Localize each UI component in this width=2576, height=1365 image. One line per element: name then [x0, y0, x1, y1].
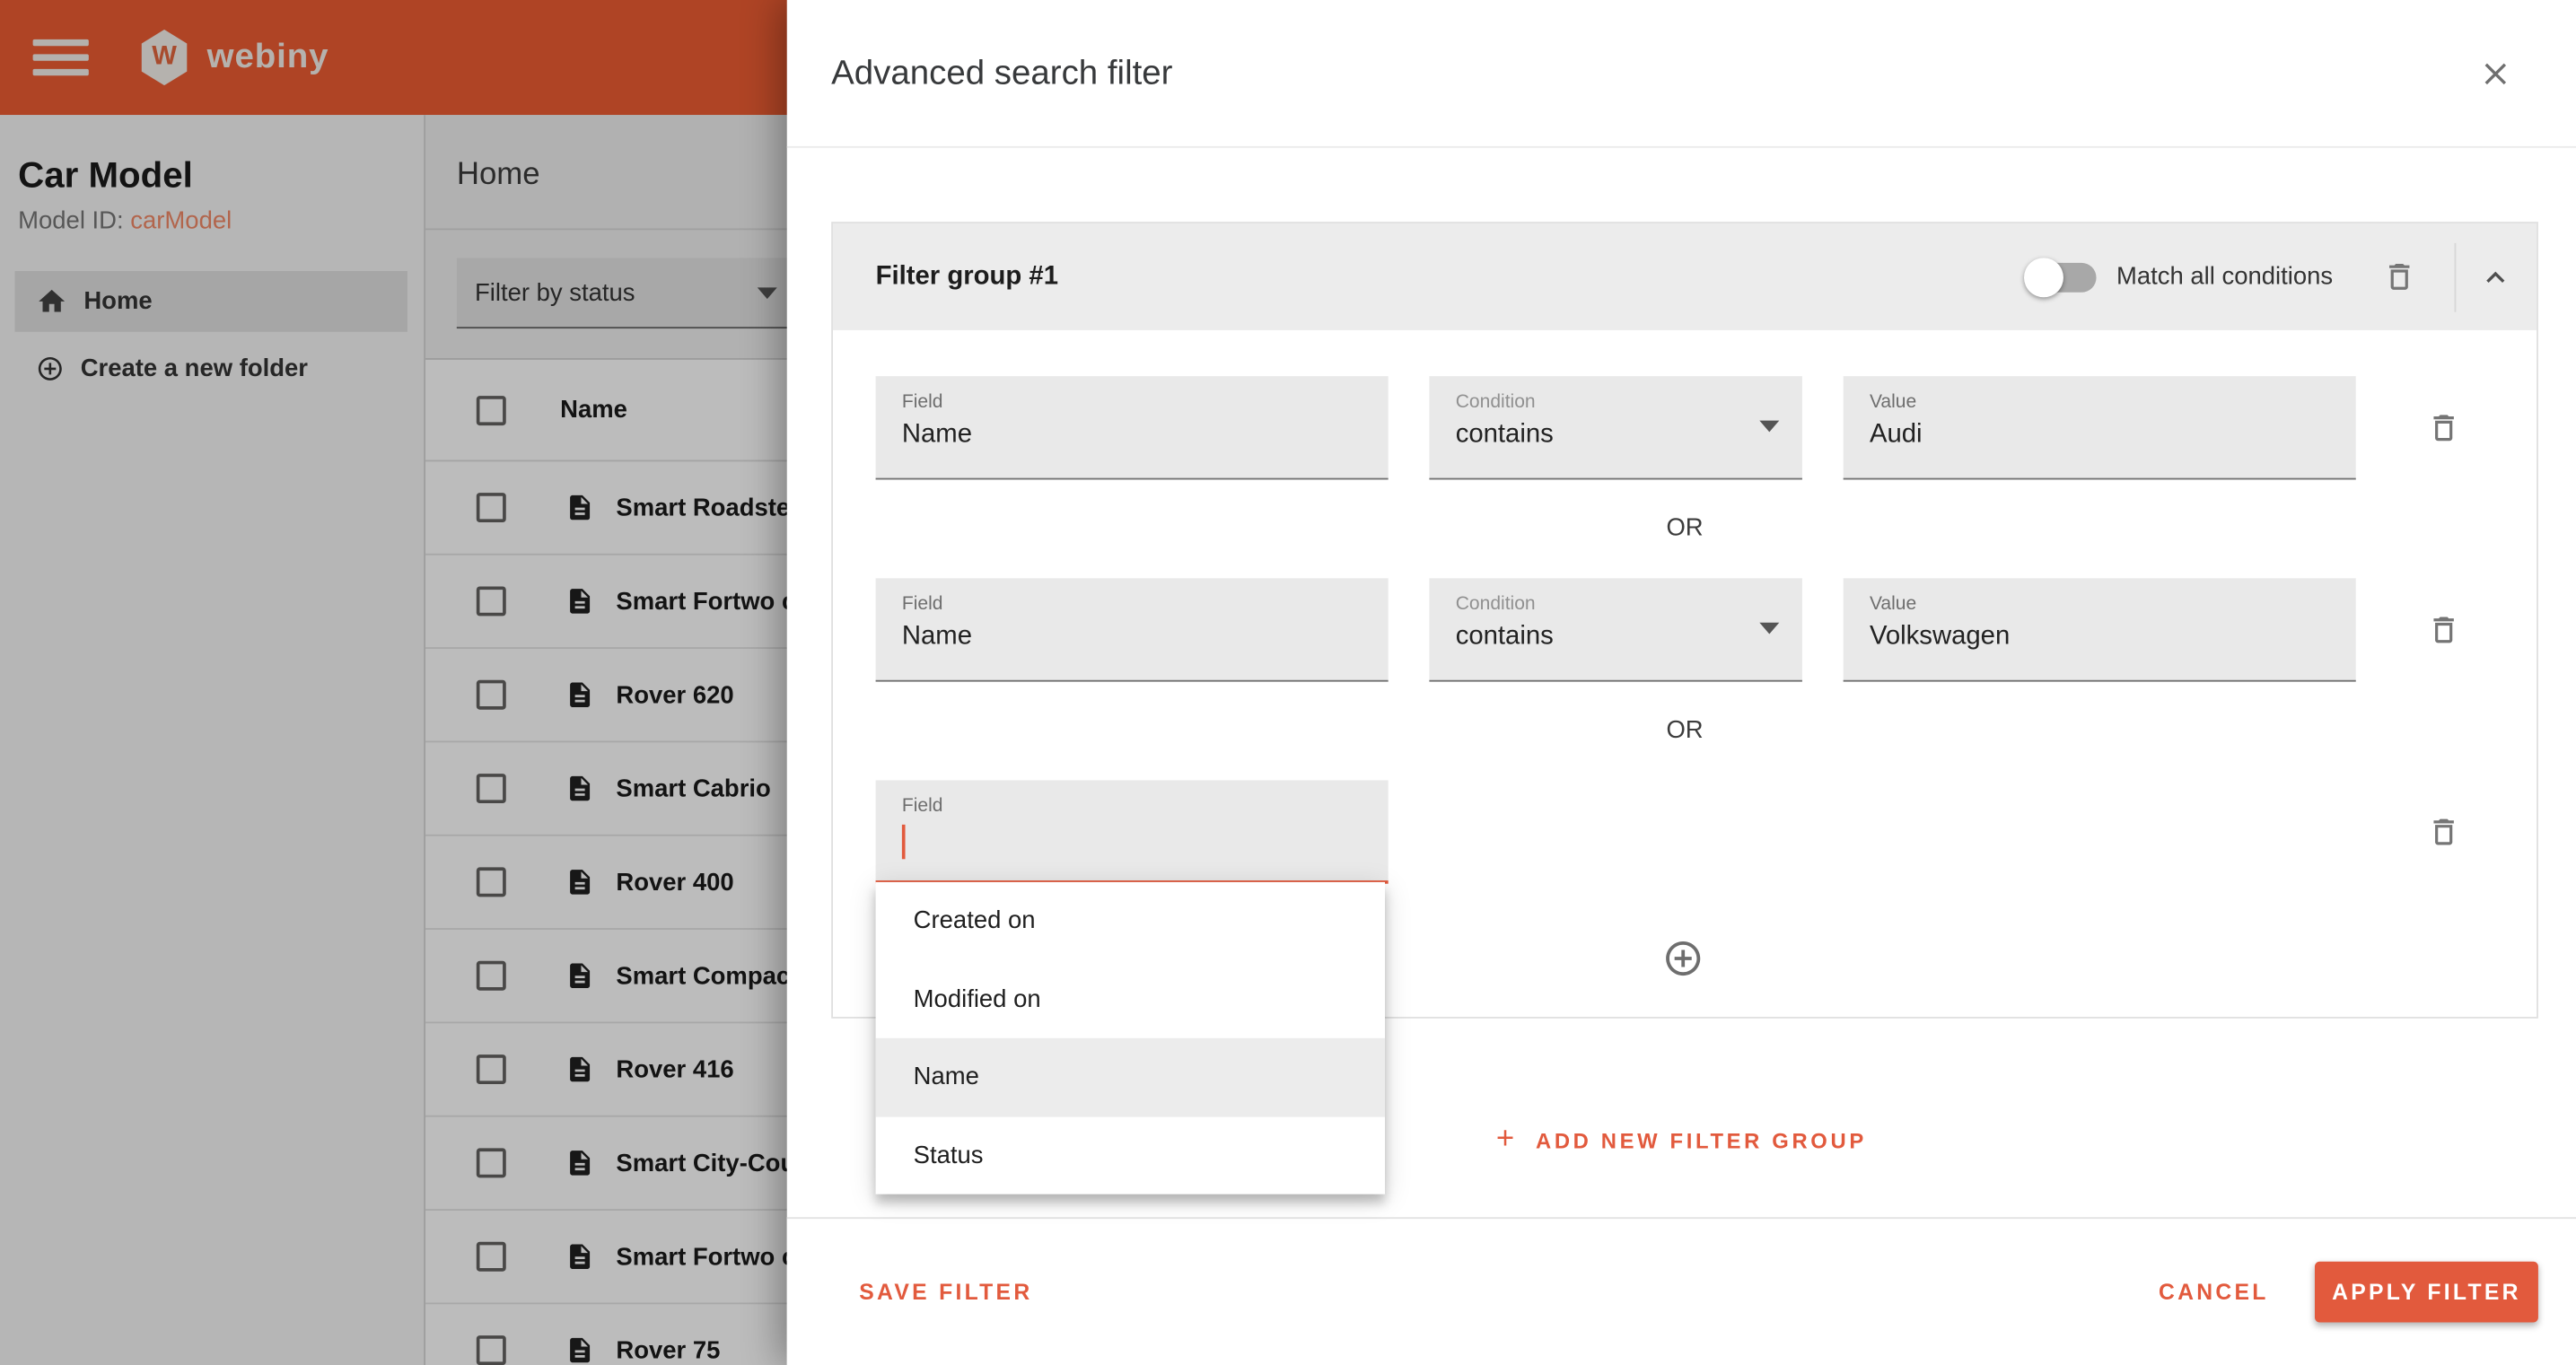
- drawer-header: Advanced search filter: [787, 0, 2576, 148]
- plus-icon: +: [1496, 1122, 1514, 1158]
- match-all-toggle[interactable]: [2031, 262, 2097, 292]
- plus-circle-icon: [1662, 938, 1704, 979]
- advanced-search-drawer: Advanced search filter Filter group #1 M…: [787, 0, 2576, 1365]
- field-option[interactable]: Modified on: [876, 960, 1385, 1038]
- chevron-up-icon: [2477, 258, 2513, 294]
- value-input[interactable]: Value Audi: [1844, 376, 2356, 479]
- trash-icon: [2426, 612, 2460, 646]
- screen: W webiny Car Model Model ID: carModel Ho…: [0, 0, 2576, 1365]
- delete-condition-button[interactable]: [2422, 809, 2465, 853]
- field-input[interactable]: Field Name: [876, 578, 1389, 681]
- dropdown-arrow-icon: [1759, 623, 1779, 634]
- filter-group-title: Filter group #1: [876, 262, 1058, 292]
- cancel-button[interactable]: CANCEL: [2159, 1280, 2269, 1304]
- text-caret: [902, 825, 906, 859]
- close-button[interactable]: [2475, 52, 2518, 95]
- trash-icon: [2426, 814, 2460, 848]
- field-option[interactable]: Name: [876, 1038, 1385, 1116]
- divider: [2455, 242, 2457, 311]
- condition-row: Field Name Condition contains Value Audi: [876, 376, 2537, 479]
- drawer-title: Advanced search filter: [831, 53, 1172, 92]
- value-input[interactable]: Value Volkswagen: [1844, 578, 2356, 681]
- dropdown-arrow-icon: [1759, 421, 1779, 433]
- save-filter-button[interactable]: SAVE FILTER: [859, 1280, 1032, 1304]
- add-condition-button[interactable]: [1662, 938, 1704, 979]
- field-input[interactable]: Field Name: [876, 376, 1389, 479]
- or-separator: OR: [833, 508, 2537, 551]
- condition-select[interactable]: Condition contains: [1429, 578, 1801, 681]
- or-separator: OR: [833, 710, 2537, 753]
- condition-row: Field: [876, 780, 2537, 883]
- delete-group-button[interactable]: [2378, 256, 2421, 299]
- field-option[interactable]: Status: [876, 1116, 1385, 1194]
- close-icon: [2477, 55, 2513, 91]
- collapse-group-button[interactable]: [2475, 256, 2518, 299]
- condition-select[interactable]: Condition contains: [1429, 376, 1801, 479]
- field-option[interactable]: Created on: [876, 882, 1385, 960]
- field-options-menu: Created on Modified on Name Status: [876, 882, 1385, 1194]
- apply-filter-button[interactable]: APPLY FILTER: [2315, 1262, 2538, 1323]
- condition-row: Field Name Condition contains Value Volk…: [876, 578, 2537, 681]
- delete-condition-button[interactable]: [2422, 406, 2465, 449]
- delete-condition-button[interactable]: [2422, 608, 2465, 651]
- match-all-label: Match all conditions: [2116, 263, 2333, 291]
- drawer-footer: SAVE FILTER CANCEL APPLY FILTER: [787, 1217, 2576, 1365]
- filter-group-header: Filter group #1 Match all conditions: [833, 223, 2537, 330]
- trash-icon: [2426, 410, 2460, 444]
- field-input-focused[interactable]: Field: [876, 780, 1389, 883]
- trash-icon: [2381, 259, 2415, 293]
